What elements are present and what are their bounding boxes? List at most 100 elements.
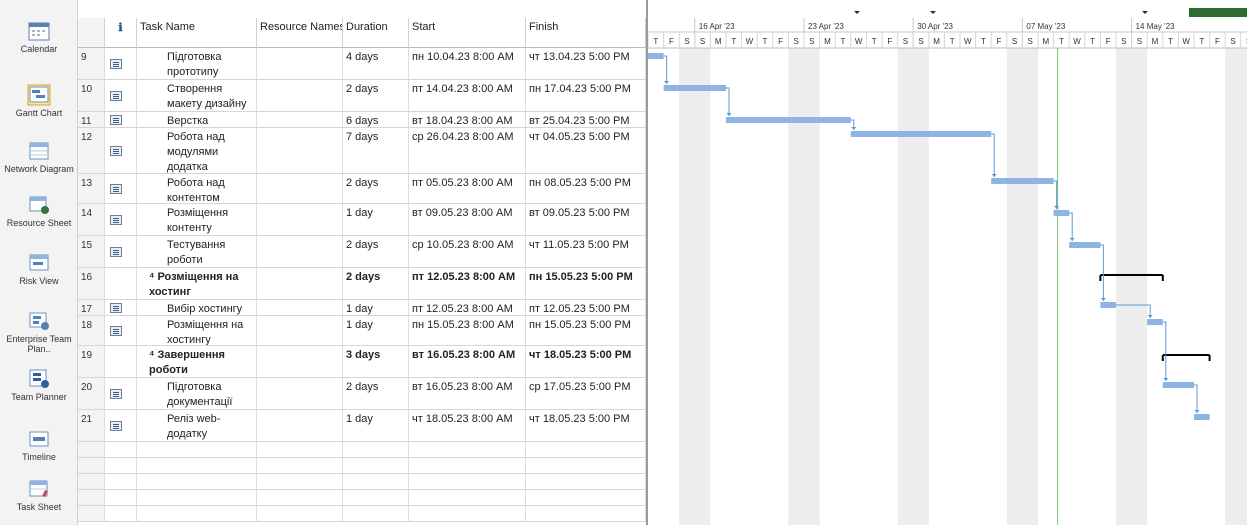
view-button-risk[interactable]: Risk View [0, 252, 78, 286]
task-id-cell[interactable]: 13 [78, 174, 105, 203]
task-name-cell[interactable]: Створення макету дизайну [137, 80, 257, 111]
task-indicator-cell[interactable] [105, 204, 137, 235]
indicators-column-header[interactable]: ℹ [105, 18, 137, 48]
empty-cell[interactable] [343, 474, 409, 489]
duration-cell[interactable]: 4 days [343, 48, 409, 79]
view-button-gantt[interactable]: Gantt Chart [0, 84, 78, 118]
empty-cell[interactable] [409, 506, 526, 521]
empty-cell[interactable] [137, 490, 257, 505]
task-name-cell[interactable]: Робота над контентом [137, 174, 257, 203]
empty-cell[interactable] [257, 458, 343, 473]
empty-cell[interactable] [257, 474, 343, 489]
duration-cell[interactable]: 2 days [343, 174, 409, 203]
empty-cell[interactable] [343, 490, 409, 505]
task-indicator-cell[interactable] [105, 80, 137, 111]
resource-names-cell[interactable] [257, 128, 343, 173]
task-indicator-cell[interactable] [105, 316, 137, 345]
finish-cell[interactable]: чт 18.05.23 5:00 PM [526, 410, 646, 441]
task-indicator-cell[interactable] [105, 300, 137, 315]
task-id-cell[interactable]: 16 [78, 268, 105, 299]
resource-names-cell[interactable] [257, 174, 343, 203]
task-id-cell[interactable]: 10 [78, 80, 105, 111]
task-indicator-cell[interactable] [105, 128, 137, 173]
task-name-column-header[interactable]: Task Name [137, 18, 257, 48]
task-indicator-cell[interactable] [105, 236, 137, 267]
empty-cell[interactable] [78, 442, 105, 457]
duration-cell[interactable]: 2 days [343, 80, 409, 111]
task-name-cell[interactable]: ⁴ Завершення роботи [137, 346, 257, 377]
task-row[interactable]: 20 Підготовка документації 2 days вт 16.05.… [78, 378, 646, 410]
task-name-cell[interactable]: ⁴ Розміщення на хостинг [137, 268, 257, 299]
empty-cell[interactable] [105, 490, 137, 505]
task-name-cell[interactable]: Розміщення контенту [137, 204, 257, 235]
start-cell[interactable]: пт 12.05.23 8:00 AM [409, 268, 526, 299]
task-id-cell[interactable]: 18 [78, 316, 105, 345]
resource-names-cell[interactable] [257, 236, 343, 267]
empty-cell[interactable] [343, 506, 409, 521]
empty-cell[interactable] [343, 442, 409, 457]
empty-cell[interactable] [343, 458, 409, 473]
task-id-cell[interactable]: 17 [78, 300, 105, 315]
start-cell[interactable]: пт 14.04.23 8:00 AM [409, 80, 526, 111]
empty-row[interactable] [78, 458, 646, 474]
finish-cell[interactable]: чт 11.05.23 5:00 PM [526, 236, 646, 267]
view-button-calendar[interactable]: Calendar [0, 20, 78, 54]
task-id-cell[interactable]: 20 [78, 378, 105, 409]
duration-cell[interactable]: 1 day [343, 316, 409, 345]
task-indicator-cell[interactable] [105, 174, 137, 203]
view-button-network[interactable]: Network Diagram [0, 140, 78, 174]
resource-names-cell[interactable] [257, 316, 343, 345]
start-column-header[interactable]: Start [409, 18, 526, 48]
start-cell[interactable]: пт 05.05.23 8:00 AM [409, 174, 526, 203]
resource-names-cell[interactable] [257, 410, 343, 441]
empty-cell[interactable] [257, 490, 343, 505]
finish-cell[interactable]: пт 12.05.23 5:00 PM [526, 300, 646, 315]
task-indicator-cell[interactable] [105, 48, 137, 79]
start-cell[interactable]: пт 12.05.23 8:00 AM [409, 300, 526, 315]
task-indicator-cell[interactable] [105, 410, 137, 441]
finish-cell[interactable]: пн 15.05.23 5:00 PM [526, 268, 646, 299]
task-name-cell[interactable]: Вибір хостингу [137, 300, 257, 315]
duration-cell[interactable]: 3 days [343, 346, 409, 377]
finish-cell[interactable]: ср 17.05.23 5:00 PM [526, 378, 646, 409]
empty-cell[interactable] [137, 474, 257, 489]
empty-cell[interactable] [409, 458, 526, 473]
finish-cell[interactable]: пн 15.05.23 5:00 PM [526, 316, 646, 345]
empty-cell[interactable] [526, 506, 646, 521]
finish-cell[interactable]: пн 08.05.23 5:00 PM [526, 174, 646, 203]
finish-cell[interactable]: вт 09.05.23 5:00 PM [526, 204, 646, 235]
empty-cell[interactable] [526, 442, 646, 457]
empty-row[interactable] [78, 442, 646, 458]
start-cell[interactable]: чт 18.05.23 8:00 AM [409, 410, 526, 441]
duration-cell[interactable]: 1 day [343, 300, 409, 315]
task-row[interactable]: 9 Підготовка прототипу 4 days пн 10.04.23 8… [78, 48, 646, 80]
resource-names-cell[interactable] [257, 268, 343, 299]
task-name-cell[interactable]: Підготовка прототипу [137, 48, 257, 79]
task-id-cell[interactable]: 11 [78, 112, 105, 127]
task-id-cell[interactable]: 21 [78, 410, 105, 441]
resource-names-cell[interactable] [257, 48, 343, 79]
task-name-cell[interactable]: Реліз web-додатку [137, 410, 257, 441]
task-id-cell[interactable]: 12 [78, 128, 105, 173]
resource-names-cell[interactable] [257, 112, 343, 127]
finish-cell[interactable]: чт 04.05.23 5:00 PM [526, 128, 646, 173]
task-row[interactable]: 14 Розміщення контенту 1 day вт 09.05.23 8:… [78, 204, 646, 236]
task-id-cell[interactable]: 9 [78, 48, 105, 79]
empty-cell[interactable] [409, 442, 526, 457]
start-cell[interactable]: вт 16.05.23 8:00 AM [409, 346, 526, 377]
view-button-tasksheet[interactable]: Task Sheet [0, 478, 78, 512]
gantt-chart[interactable]: 16 Apr '23 23 Apr '23 30 Apr '23 07 May '23… [646, 0, 1247, 525]
task-indicator-cell[interactable] [105, 378, 137, 409]
empty-cell[interactable] [409, 474, 526, 489]
row-header-corner[interactable] [78, 18, 105, 48]
empty-cell[interactable] [409, 490, 526, 505]
start-cell[interactable]: пн 15.05.23 8:00 AM [409, 316, 526, 345]
finish-cell[interactable]: вт 25.04.23 5:00 PM [526, 112, 646, 127]
resource-names-cell[interactable] [257, 300, 343, 315]
task-id-cell[interactable]: 14 [78, 204, 105, 235]
view-button-team[interactable]: Team Planner [0, 368, 78, 402]
empty-cell[interactable] [78, 458, 105, 473]
start-cell[interactable]: ср 26.04.23 8:00 AM [409, 128, 526, 173]
finish-cell[interactable]: чт 18.05.23 5:00 PM [526, 346, 646, 377]
empty-cell[interactable] [105, 506, 137, 521]
